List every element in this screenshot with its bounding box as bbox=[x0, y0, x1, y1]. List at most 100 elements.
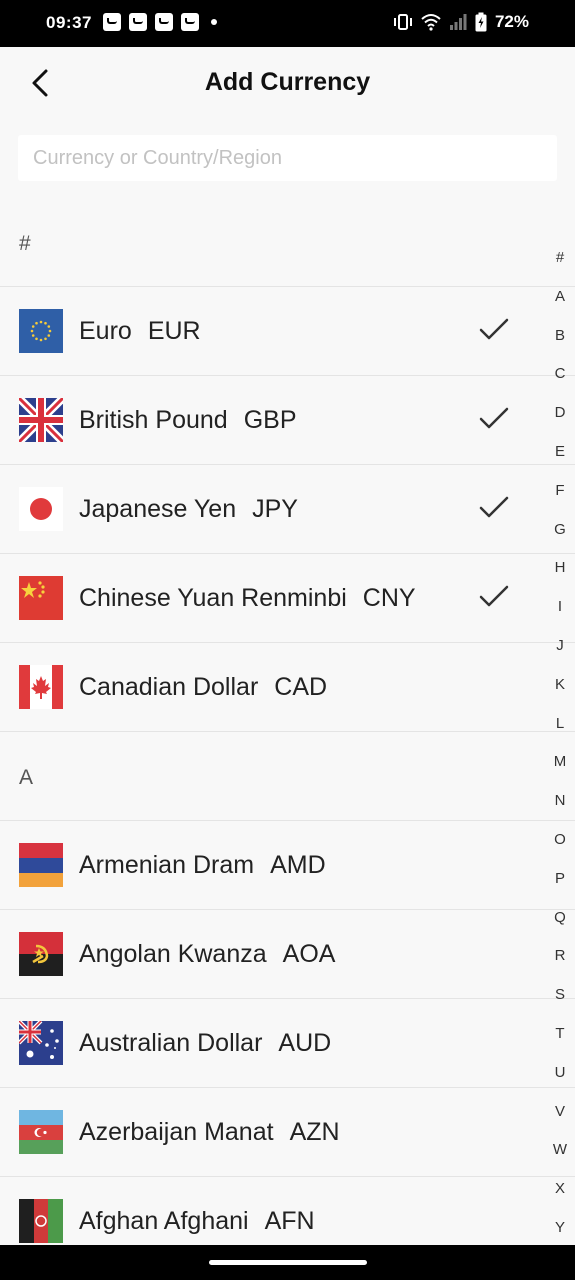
currency-name: Afghan Afghani bbox=[79, 1207, 249, 1235]
index-letter[interactable]: F bbox=[545, 481, 575, 520]
section-letter: # bbox=[19, 232, 31, 255]
index-letter[interactable]: S bbox=[545, 985, 575, 1024]
section-letter: A bbox=[19, 766, 34, 789]
currency-label: Armenian Dram AMD bbox=[79, 851, 326, 880]
currency-list: # Euro EUR British Pound GBP Japanese Ye… bbox=[0, 198, 575, 1266]
index-letter[interactable]: H bbox=[545, 558, 575, 597]
battery-charging-icon bbox=[475, 12, 487, 32]
currency-label: Japanese Yen JPY bbox=[79, 495, 298, 524]
index-letter[interactable]: W bbox=[545, 1140, 575, 1179]
checkmark-icon bbox=[479, 496, 509, 518]
currency-code: AMD bbox=[270, 851, 326, 879]
section-header: # bbox=[0, 198, 575, 287]
section-header: A bbox=[0, 732, 575, 821]
currency-row-aoa[interactable]: Angolan Kwanza AOA bbox=[0, 910, 575, 999]
currency-name: Armenian Dram bbox=[79, 851, 255, 879]
currency-code: CNY bbox=[362, 584, 416, 612]
index-letter[interactable]: C bbox=[545, 364, 575, 403]
home-gesture-handle[interactable] bbox=[209, 1260, 367, 1265]
shopping-bag-icon bbox=[129, 13, 147, 31]
notification-icons bbox=[103, 13, 217, 31]
azerbaijan-flag-icon bbox=[19, 1110, 63, 1154]
vibrate-icon bbox=[393, 14, 412, 30]
currency-label: Angolan Kwanza AOA bbox=[79, 940, 335, 969]
search-box[interactable] bbox=[18, 135, 557, 181]
currency-row-jpy[interactable]: Japanese Yen JPY bbox=[0, 465, 575, 554]
index-letter[interactable]: P bbox=[545, 869, 575, 908]
status-time: 09:37 bbox=[46, 13, 92, 32]
currency-code: JPY bbox=[252, 495, 298, 523]
armenia-flag-icon bbox=[19, 843, 63, 887]
currency-label: Chinese Yuan Renminbi CNY bbox=[79, 584, 416, 613]
currency-row-cny[interactable]: Chinese Yuan Renminbi CNY bbox=[0, 554, 575, 643]
index-letter[interactable]: U bbox=[545, 1063, 575, 1102]
index-letter[interactable]: K bbox=[545, 675, 575, 714]
china-flag-icon bbox=[19, 576, 63, 620]
index-letter[interactable]: T bbox=[545, 1024, 575, 1063]
search-input[interactable] bbox=[33, 146, 542, 170]
alphabet-index[interactable]: # A B C D E F G H I J K L M N O P Q R S … bbox=[545, 248, 575, 1280]
currency-row-eur[interactable]: Euro EUR bbox=[0, 287, 575, 376]
page-title: Add Currency bbox=[204, 68, 371, 96]
navigation-bar bbox=[0, 1245, 575, 1280]
currency-name: Japanese Yen bbox=[79, 495, 237, 523]
checkmark-icon bbox=[479, 407, 509, 429]
battery-percent: 72% bbox=[494, 12, 529, 31]
currency-label: British Pound GBP bbox=[79, 406, 297, 435]
currency-label: Australian Dollar AUD bbox=[79, 1029, 331, 1058]
checkmark-icon bbox=[479, 585, 509, 607]
currency-label: Azerbaijan Manat AZN bbox=[79, 1118, 340, 1147]
header: Add Currency bbox=[0, 47, 575, 123]
currency-name: Canadian Dollar bbox=[79, 673, 259, 701]
currency-name: Azerbaijan Manat bbox=[79, 1118, 274, 1146]
currency-row-aud[interactable]: Australian Dollar AUD bbox=[0, 999, 575, 1088]
index-letter[interactable]: E bbox=[545, 442, 575, 481]
index-letter[interactable]: L bbox=[545, 714, 575, 753]
currency-row-gbp[interactable]: British Pound GBP bbox=[0, 376, 575, 465]
status-bar: 09:37 72% bbox=[0, 0, 575, 47]
currency-label: Euro EUR bbox=[79, 317, 201, 346]
japan-flag-icon bbox=[19, 487, 63, 531]
index-letter[interactable]: Q bbox=[545, 908, 575, 947]
currency-code: CAD bbox=[274, 673, 328, 701]
index-letter[interactable]: A bbox=[545, 287, 575, 326]
currency-code: AZN bbox=[289, 1118, 340, 1146]
index-letter[interactable]: G bbox=[545, 520, 575, 559]
currency-name: Australian Dollar bbox=[79, 1029, 263, 1057]
afghanistan-flag-icon bbox=[19, 1199, 63, 1243]
index-letter[interactable]: D bbox=[545, 403, 575, 442]
more-notifications-dot-icon bbox=[211, 19, 217, 25]
currency-name: British Pound bbox=[79, 406, 228, 434]
currency-code: AOA bbox=[282, 940, 336, 968]
currency-name: Chinese Yuan Renminbi bbox=[79, 584, 347, 612]
system-icons: 72% bbox=[393, 12, 529, 32]
wifi-icon bbox=[421, 14, 441, 31]
currency-name: Angolan Kwanza bbox=[79, 940, 267, 968]
index-letter[interactable]: O bbox=[545, 830, 575, 869]
index-letter[interactable]: # bbox=[545, 248, 575, 287]
currency-row-amd[interactable]: Armenian Dram AMD bbox=[0, 821, 575, 910]
index-letter[interactable]: R bbox=[545, 946, 575, 985]
index-letter[interactable]: J bbox=[545, 636, 575, 675]
currency-row-azn[interactable]: Azerbaijan Manat AZN bbox=[0, 1088, 575, 1177]
cell-signal-icon bbox=[449, 14, 467, 30]
currency-code: AFN bbox=[264, 1207, 315, 1235]
index-letter[interactable]: B bbox=[545, 326, 575, 365]
index-letter[interactable]: N bbox=[545, 791, 575, 830]
uk-flag-icon bbox=[19, 398, 63, 442]
currency-name: Euro bbox=[79, 317, 132, 345]
index-letter[interactable]: V bbox=[545, 1102, 575, 1141]
eu-flag-icon bbox=[19, 309, 63, 353]
shopping-bag-icon bbox=[181, 13, 199, 31]
index-letter[interactable]: X bbox=[545, 1179, 575, 1218]
currency-code: GBP bbox=[243, 406, 297, 434]
canada-flag-icon bbox=[19, 665, 63, 709]
currency-code: EUR bbox=[147, 317, 201, 345]
index-letter[interactable]: M bbox=[545, 752, 575, 791]
currency-code: AUD bbox=[278, 1029, 332, 1057]
currency-label: Afghan Afghani AFN bbox=[79, 1207, 315, 1236]
currency-row-cad[interactable]: Canadian Dollar CAD bbox=[0, 643, 575, 732]
shopping-bag-icon bbox=[103, 13, 121, 31]
currency-label: Canadian Dollar CAD bbox=[79, 673, 327, 702]
index-letter[interactable]: I bbox=[545, 597, 575, 636]
